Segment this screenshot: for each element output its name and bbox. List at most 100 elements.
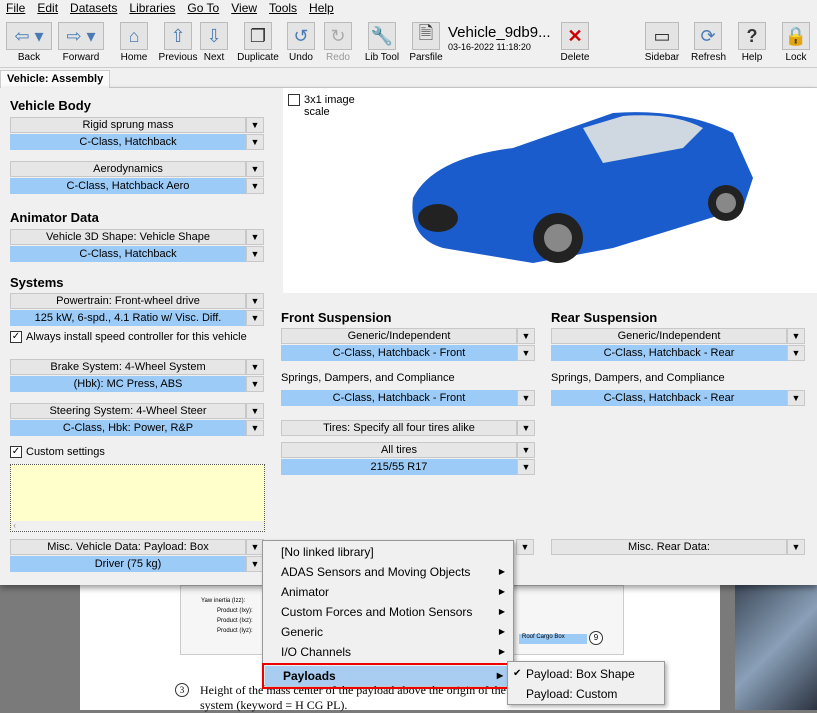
front-suspension-dataset[interactable]: C-Class, Hatchback - Front ▼: [281, 345, 535, 361]
dropdown-arrow-icon[interactable]: ▼: [787, 539, 805, 555]
dropdown-arrow-icon[interactable]: ▼: [517, 345, 535, 361]
wrench-icon: 🔧: [368, 22, 396, 50]
menu-help[interactable]: Help: [303, 0, 340, 18]
dropdown-arrow-icon[interactable]: ▼: [246, 178, 264, 194]
speed-controller-checkbox[interactable]: ✓ Always install speed controller for thi…: [10, 331, 247, 343]
help-button[interactable]: ? Help: [737, 22, 767, 63]
lock-button[interactable]: 🔒 Lock: [781, 22, 811, 63]
brake-dataset[interactable]: (Hbk): MC Press, ABS ▼: [10, 376, 264, 392]
horizontal-scrollbar[interactable]: ‹: [11, 521, 264, 531]
rigid-mass-dataset[interactable]: C-Class, Hatchback ▼: [10, 134, 264, 150]
forward-button[interactable]: ⇨ ▾ Forward: [58, 22, 104, 63]
rigid-mass-selector[interactable]: Rigid sprung mass ▼: [10, 117, 264, 133]
dropdown-arrow-icon[interactable]: ▼: [517, 442, 535, 458]
menu-item-animator[interactable]: Animator ▶: [263, 582, 513, 602]
dropdown-arrow-icon[interactable]: ▼: [517, 328, 535, 344]
menu-item-no-linked-library[interactable]: [No linked library]: [263, 542, 513, 562]
submenu-arrow-icon: ▶: [496, 671, 503, 680]
dropdown-arrow-icon[interactable]: ▼: [246, 134, 264, 150]
image-scale-checkbox[interactable]: 3x1 image scale: [288, 94, 364, 118]
home-button[interactable]: ⌂ Home: [119, 22, 149, 63]
dropdown-arrow-icon[interactable]: ▼: [517, 420, 535, 436]
dropdown-arrow-icon[interactable]: ▼: [517, 459, 535, 475]
checkmark-icon: ✓: [10, 331, 22, 343]
aero-dataset[interactable]: C-Class, Hatchback Aero ▼: [10, 178, 264, 194]
rear-suspension-type[interactable]: Generic/Independent ▼: [551, 328, 805, 344]
menu-libraries[interactable]: Libraries: [123, 0, 181, 18]
misc-vehicle-dataset[interactable]: Driver (75 kg) ▼: [10, 556, 264, 572]
dropdown-arrow-icon[interactable]: ▼: [787, 345, 805, 361]
menu-edit[interactable]: Edit: [31, 0, 64, 18]
powertrain-selector[interactable]: Powertrain: Front-wheel drive ▼: [10, 293, 264, 309]
back-button[interactable]: ⇦ ▾ Back: [6, 22, 52, 63]
lib-tool-button[interactable]: 🔧 Lib Tool: [362, 22, 402, 63]
steering-selector[interactable]: Steering System: 4-Wheel Steer ▼: [10, 403, 264, 419]
previous-button[interactable]: ⇧ Previous: [158, 22, 198, 63]
doc-field: Product (Iyz):: [217, 628, 253, 634]
dropdown-arrow-icon[interactable]: ▼: [787, 390, 805, 406]
dropdown-arrow-icon[interactable]: ▼: [246, 420, 264, 436]
shape-dataset[interactable]: C-Class, Hatchback ▼: [10, 246, 264, 262]
delete-button[interactable]: ✕ Delete: [560, 22, 590, 63]
front-springs-dataset[interactable]: C-Class, Hatchback - Front ▼: [281, 390, 535, 406]
menu-item-generic[interactable]: Generic ▶: [263, 622, 513, 642]
dropdown-arrow-icon[interactable]: ▼: [517, 390, 535, 406]
dropdown-arrow-icon[interactable]: ▼: [246, 359, 264, 375]
rear-suspension-dataset[interactable]: C-Class, Hatchback - Rear ▼: [551, 345, 805, 361]
dropdown-arrow-icon[interactable]: ▼: [787, 328, 805, 344]
parsfile-button[interactable]: 🗎 Parsfile: [409, 22, 443, 63]
menu-item-adas[interactable]: ADAS Sensors and Moving Objects ▶: [263, 562, 513, 582]
aero-selector[interactable]: Aerodynamics ▼: [10, 161, 264, 177]
dropdown-arrow-icon[interactable]: ▼: [246, 229, 264, 245]
tab-vehicle-assembly[interactable]: Vehicle: Assembly: [0, 70, 111, 89]
custom-settings-checkbox[interactable]: ✓ Custom settings: [10, 446, 105, 458]
doc-field: Yaw inertia (Izz):: [201, 598, 246, 604]
dropdown-arrow-icon[interactable]: ▼: [246, 403, 264, 419]
tires-dataset[interactable]: 215/55 R17 ▼: [281, 459, 535, 475]
duplicate-button[interactable]: ❐ Duplicate: [236, 22, 280, 63]
misc-vehicle-selector[interactable]: Misc. Vehicle Data: Payload: Box ▼: [10, 539, 264, 555]
brake-selector[interactable]: Brake System: 4-Wheel System ▼: [10, 359, 264, 375]
duplicate-icon: ❐: [244, 22, 272, 50]
submenu-arrow-icon: ▶: [498, 607, 505, 616]
steering-dataset[interactable]: C-Class, Hbk: Power, R&P ▼: [10, 420, 264, 436]
document-icon: 🗎: [412, 22, 440, 50]
menu-goto[interactable]: Go To: [181, 0, 225, 18]
checkbox-label: Always install speed controller for this…: [26, 331, 247, 343]
front-suspension-type[interactable]: Generic/Independent ▼: [281, 328, 535, 344]
dropdown-arrow-icon[interactable]: ▼: [246, 310, 264, 326]
misc-rear-selector[interactable]: Misc. Rear Data: ▼: [551, 539, 805, 555]
refresh-button[interactable]: ⟳ Refresh: [691, 22, 726, 63]
dropdown-arrow-icon[interactable]: ▼: [246, 161, 264, 177]
submenu-item-box-shape[interactable]: ✔ Payload: Box Shape: [508, 664, 664, 684]
dropdown-arrow-icon[interactable]: ▼: [246, 376, 264, 392]
menu-item-payloads[interactable]: Payloads ▶: [262, 663, 514, 689]
menu-tools[interactable]: Tools: [263, 0, 303, 18]
background-photo: [735, 585, 817, 710]
dropdown-arrow-icon[interactable]: ▼: [246, 246, 264, 262]
tires-mode-selector[interactable]: Tires: Specify all four tires alike ▼: [281, 420, 535, 436]
menu-view[interactable]: View: [225, 0, 263, 18]
misc-front-arrow-icon[interactable]: ▼: [516, 539, 534, 555]
dropdown-arrow-icon[interactable]: ▼: [246, 293, 264, 309]
powertrain-dataset[interactable]: 125 kW, 6-spd., 4.1 Ratio w/ Visc. Diff.…: [10, 310, 264, 326]
tab-bar: [0, 68, 817, 88]
custom-settings-textarea[interactable]: ‹: [10, 464, 265, 532]
shape-selector[interactable]: Vehicle 3D Shape: Vehicle Shape ▼: [10, 229, 264, 245]
redo-button[interactable]: ↻ Redo: [323, 22, 353, 63]
checkmark-icon: ✓: [10, 446, 22, 458]
next-button[interactable]: ⇩ Next: [199, 22, 229, 63]
menu-datasets[interactable]: Datasets: [64, 0, 123, 18]
submenu-item-custom[interactable]: Payload: Custom: [508, 684, 664, 704]
undo-button[interactable]: ↺ Undo: [286, 22, 316, 63]
menu-item-custom-forces[interactable]: Custom Forces and Motion Sensors ▶: [263, 602, 513, 622]
undo-icon: ↺: [287, 22, 315, 50]
rear-springs-dataset[interactable]: C-Class, Hatchback - Rear ▼: [551, 390, 805, 406]
checkbox-label: Custom settings: [26, 446, 105, 458]
checkmark-icon: ✔: [513, 668, 522, 679]
sidebar-button[interactable]: ▭ Sidebar: [644, 22, 680, 63]
menu-item-io-channels[interactable]: I/O Channels ▶: [263, 642, 513, 662]
tires-selector[interactable]: All tires ▼: [281, 442, 535, 458]
menu-file[interactable]: File: [0, 0, 31, 18]
dropdown-arrow-icon[interactable]: ▼: [246, 117, 264, 133]
